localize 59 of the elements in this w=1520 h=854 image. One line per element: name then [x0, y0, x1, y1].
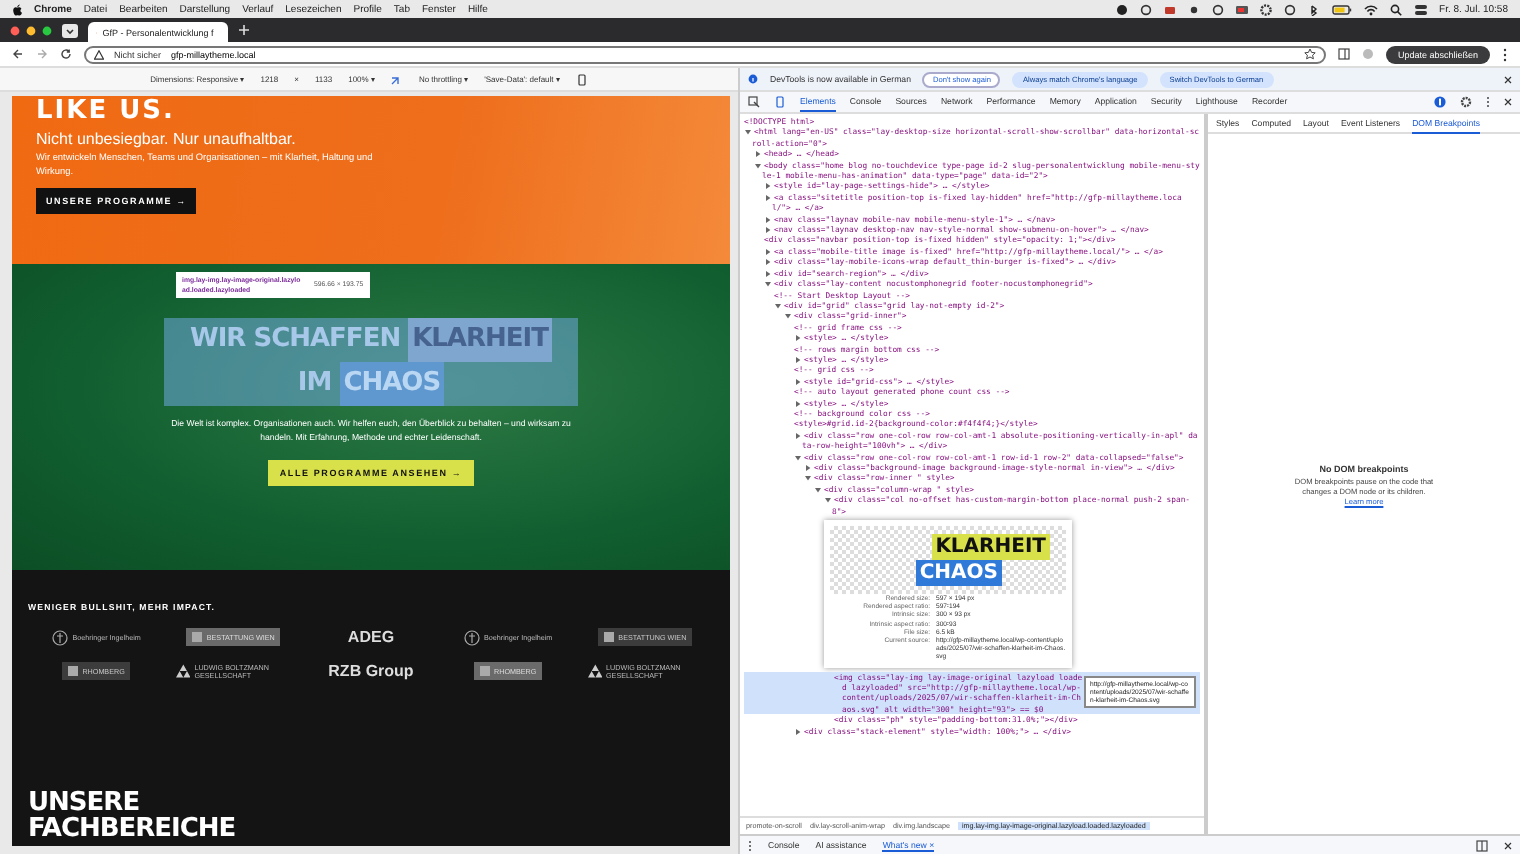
collapsed-caret-icon[interactable] — [794, 377, 802, 386]
search-icon[interactable] — [1389, 3, 1402, 15]
collapsed-caret-icon[interactable] — [794, 334, 802, 343]
apple-icon — [12, 3, 22, 15]
collapsed-caret-icon[interactable] — [794, 399, 802, 407]
sidebar-icon[interactable] — [1337, 48, 1350, 60]
square-emblem-icon — [604, 632, 615, 642]
headline-text: WIR SCHAFFEN — [190, 322, 401, 358]
triangles-emblem-icon — [587, 662, 602, 680]
record-icon[interactable] — [1115, 3, 1128, 15]
device-toolbar-icon[interactable] — [774, 96, 786, 108]
square-emblem-icon — [68, 666, 79, 676]
info-icon — [748, 74, 758, 84]
issues-badge-icon[interactable] — [1434, 96, 1446, 108]
bookmark-star-icon[interactable] — [1303, 48, 1316, 60]
more-icon[interactable] — [1502, 47, 1508, 61]
wifi-icon[interactable] — [1363, 3, 1378, 15]
control-center-icon[interactable] — [1413, 3, 1428, 15]
minimize-window-icon[interactable] — [26, 25, 36, 35]
dock-icon[interactable] — [1476, 839, 1488, 851]
battery-icon[interactable] — [1331, 3, 1352, 15]
hero-subheading: Nicht unbesiegbar. Nur unaufhaltbar. — [36, 130, 298, 148]
collapsed-caret-icon[interactable] — [804, 463, 812, 472]
close-icon[interactable] — [1504, 75, 1512, 83]
warning-icon — [94, 49, 104, 59]
collapsed-caret-icon[interactable] — [794, 727, 802, 736]
maximize-window-icon[interactable] — [42, 25, 52, 35]
screen-icon[interactable] — [1235, 3, 1248, 15]
hero-heading: LIKE US. — [36, 96, 177, 126]
new-tab-icon[interactable] — [238, 24, 250, 36]
highlighted-word: KLARHEIT — [408, 318, 552, 362]
rotate-icon[interactable] — [390, 73, 403, 85]
status-icon[interactable] — [1139, 3, 1152, 15]
close-icon[interactable] — [1504, 98, 1512, 106]
rotate-device-icon[interactable] — [575, 73, 588, 85]
square-emblem-icon — [480, 666, 490, 676]
highlighted-word: CHAOS — [339, 362, 445, 406]
preview-word: KLARHEIT — [931, 534, 1050, 561]
square-emblem-icon — [192, 632, 203, 642]
collapsed-caret-icon[interactable] — [794, 355, 802, 364]
settings-icon[interactable] — [1460, 96, 1472, 108]
inspect-icon[interactable] — [748, 96, 760, 108]
status-icon[interactable] — [1283, 3, 1296, 15]
back-icon[interactable] — [12, 48, 24, 60]
tab-search-icon[interactable] — [62, 23, 78, 37]
close-window-icon[interactable] — [10, 25, 20, 35]
settings-icon[interactable] — [1259, 3, 1272, 15]
section-heading: UNSERE FACHBEREICHE — [28, 790, 238, 846]
collapsed-caret-icon[interactable] — [794, 431, 802, 440]
camera-icon[interactable] — [1163, 3, 1176, 15]
collapsed-caret-icon[interactable] — [754, 150, 762, 159]
headline-text: IM — [297, 366, 332, 402]
triangles-emblem-icon — [175, 662, 191, 680]
preview-word: CHAOS — [915, 560, 1002, 587]
reload-icon[interactable] — [60, 48, 72, 60]
client-logo: RZB Group — [328, 663, 414, 679]
bluetooth-icon[interactable] — [1307, 3, 1320, 15]
close-icon[interactable] — [1504, 841, 1512, 849]
client-logo: ADEG — [347, 629, 395, 645]
